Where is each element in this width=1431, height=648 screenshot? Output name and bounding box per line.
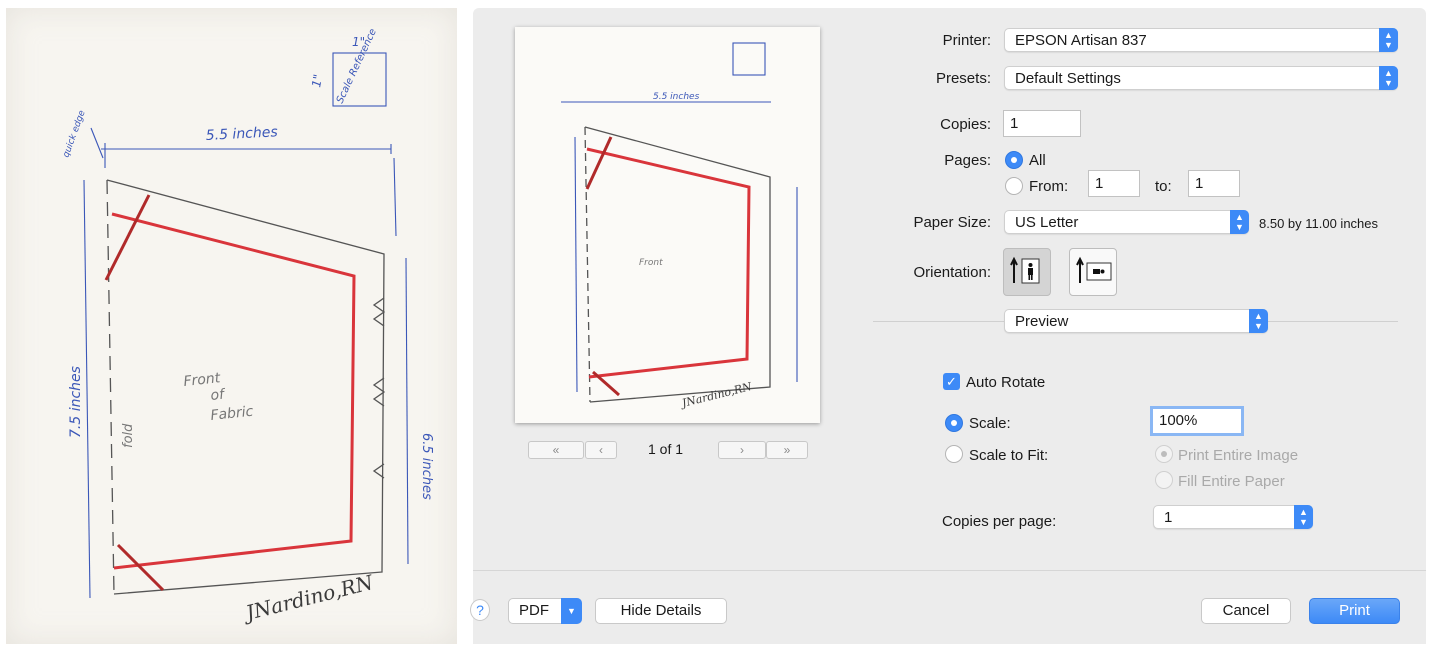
pages-from-field[interactable]: 1 [1088,170,1140,197]
scale-to-fit-label: Scale to Fit: [969,447,1049,464]
scale-radio[interactable] [945,414,963,432]
orientation-landscape-button[interactable] [1069,248,1117,296]
footer-divider [473,570,1426,571]
previous-page-button[interactable]: ‹ [585,441,617,459]
pages-all-radio[interactable] [1005,151,1023,169]
hide-details-button[interactable]: Hide Details [595,598,727,624]
corner-note: quick edge [61,109,87,159]
last-page-button[interactable]: » [766,441,808,459]
first-page-button[interactable]: « [528,441,584,459]
preview-center-text: Front [639,258,663,268]
printer-select[interactable]: EPSON Artisan 837 ▲ ▼ [1004,28,1398,52]
scale-field[interactable]: 100% [1150,406,1244,436]
paper-size-dimensions: 8.50 by 11.00 inches [1259,216,1379,231]
pages-from-label: From: [1029,178,1069,195]
orientation-portrait-button[interactable] [1003,248,1051,296]
center-text-of: of [210,386,227,404]
chevron-updown-icon: ▲ ▼ [1249,309,1268,333]
scale-label: Scale: [969,415,1011,432]
fold-label: fold [121,423,136,448]
pages-range-radio[interactable] [1005,177,1023,195]
pages-all-label: All [1029,152,1046,169]
printer-label: Printer: [942,32,991,49]
copies-per-page-select[interactable]: 1 ▲ ▼ [1153,505,1313,529]
help-button[interactable]: ? [470,599,490,621]
copies-field[interactable]: 1 [1003,110,1081,137]
preview-signature: JNardino,RN [679,380,754,410]
auto-rotate-label: Auto Rotate [966,374,1046,391]
print-preview-thumbnail: 5.5 inches Front JNardino,RN [515,27,820,423]
chevron-down-icon: ▼ [561,598,582,624]
pages-to-label: to: [1155,178,1172,195]
landscape-icon [1076,256,1112,283]
paper-size-select[interactable]: US Letter ▲ ▼ [1004,210,1249,234]
chevron-updown-icon: ▲ ▼ [1379,66,1398,90]
left-measure-label: 7.5 inches [68,366,84,438]
pdf-label: PDF [519,602,549,619]
pdf-menu-button[interactable]: PDF ▼ [508,598,582,624]
pages-to-field[interactable]: 1 [1188,170,1240,197]
fill-entire-paper-radio[interactable] [1155,471,1173,489]
chevron-updown-icon: ▲ ▼ [1379,28,1398,52]
portrait-icon [1010,256,1040,284]
cancel-button[interactable]: Cancel [1201,598,1291,624]
copies-label: Copies: [940,116,991,133]
fill-entire-paper-label: Fill Entire Paper [1178,473,1285,490]
top-measure-label: 5.5 inches [205,124,278,144]
right-measure-label: 6.5 inches [419,433,434,500]
app-section-value: Preview [1015,313,1069,330]
scale-box-left-label: 1" [309,73,325,88]
center-text-fabric: Fabric [210,404,255,424]
print-entire-image-radio[interactable] [1155,445,1173,463]
paper-size-label: Paper Size: [913,214,991,231]
next-page-button[interactable]: › [718,441,766,459]
auto-rotate-checkbox[interactable]: ✓ [943,373,960,390]
pages-label: Pages: [944,152,991,169]
print-entire-image-label: Print Entire Image [1178,447,1299,464]
orientation-label: Orientation: [913,264,991,281]
scale-to-fit-radio[interactable] [945,445,963,463]
copies-per-page-value: 1 [1164,509,1173,526]
preview-drawing: 5.5 inches Front JNardino,RN [561,42,798,410]
paper-size-value: US Letter [1015,214,1079,231]
presets-label: Presets: [935,70,991,87]
chevron-updown-icon: ▲ ▼ [1230,210,1249,234]
presets-select[interactable]: Default Settings ▲ ▼ [1004,66,1398,90]
chevron-updown-icon: ▲ ▼ [1294,505,1313,529]
scanned-pattern-image: 1" 1" Scale Reference quick edge 5.5 inc… [6,8,457,644]
print-button[interactable]: Print [1309,598,1400,624]
app-section-select[interactable]: Preview ▲ ▼ [1004,309,1268,333]
printer-value: EPSON Artisan 837 [1015,32,1147,49]
presets-value: Default Settings [1015,70,1121,87]
copies-per-page-label: Copies per page: [942,513,1057,530]
pattern-drawing: 1" 1" Scale Reference quick edge 5.5 inc… [61,27,434,626]
preview-top-measure: 5.5 inches [653,92,700,102]
page-indicator: 1 of 1 [648,441,684,457]
